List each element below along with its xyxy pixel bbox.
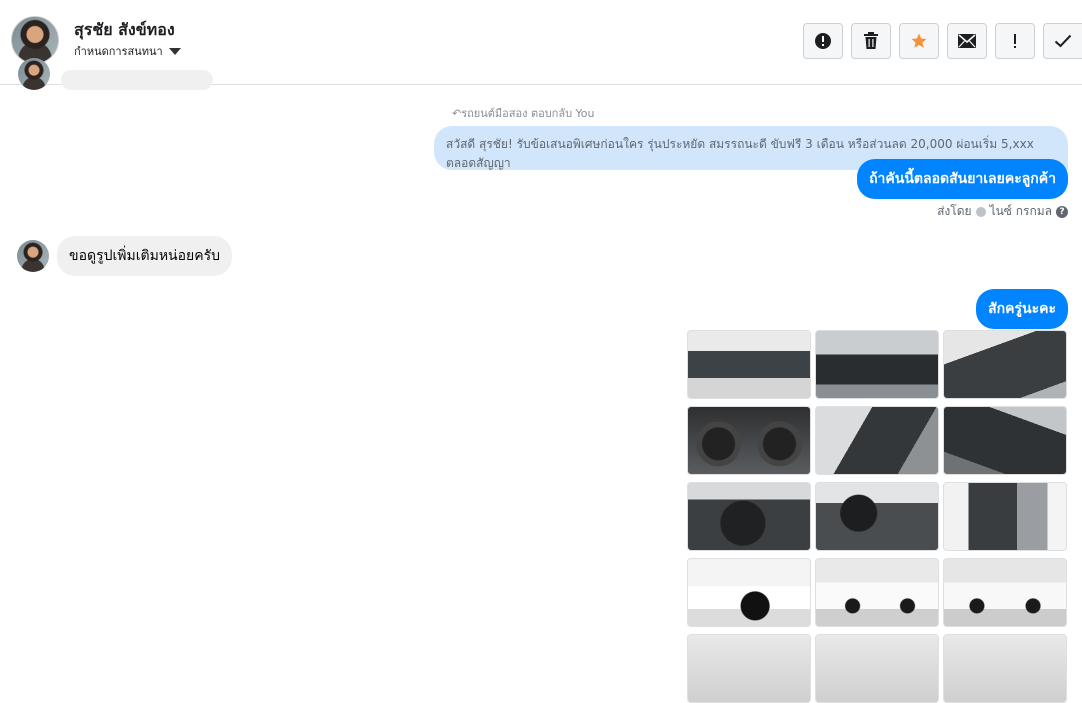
photo-exterior-partial-2[interactable]: [815, 634, 939, 703]
follow-up-button[interactable]: [995, 23, 1035, 59]
incoming-message-row: ขอดูรูปเพิ่มเติมหน่อยครับ: [17, 236, 233, 276]
contact-avatar-small[interactable]: [17, 240, 49, 272]
photo-gear-shifter[interactable]: [943, 406, 1067, 475]
outgoing-message-bubble[interactable]: สักครู่นะคะ: [976, 289, 1068, 329]
photo-side-view-2[interactable]: [943, 558, 1067, 627]
checkmark-icon: [1054, 34, 1072, 48]
photo-dashboard-interior[interactable]: [815, 330, 939, 399]
star-button[interactable]: [899, 23, 939, 59]
sent-by-label: ส่งโดย: [937, 204, 972, 218]
previous-message-bubble: [61, 70, 213, 90]
reply-meta: ↶รถยนต์มือสอง ตอบกลับ You: [452, 104, 595, 122]
exclamation-icon: [1014, 34, 1016, 48]
delete-button[interactable]: [851, 23, 891, 59]
trash-icon: [864, 32, 878, 49]
incoming-message-bubble[interactable]: ขอดูรูปเพิ่มเติมหน่อยครับ: [57, 236, 233, 276]
photo-front-seats[interactable]: [943, 330, 1067, 399]
photo-front-wheel[interactable]: [687, 558, 811, 627]
photo-driver-seat[interactable]: [815, 406, 939, 475]
spam-button[interactable]: [803, 23, 843, 59]
alert-circle-icon: [815, 33, 831, 49]
photo-steering-wheel[interactable]: [687, 482, 811, 551]
agent-badge-icon: [975, 206, 986, 217]
photo-side-view[interactable]: [815, 558, 939, 627]
mark-unread-button[interactable]: [947, 23, 987, 59]
reply-meta-text: รถยนต์มือสอง ตอบกลับ You: [461, 107, 595, 120]
sent-by-line: ส่งโดย ไนซ์ กรกมล ?: [937, 202, 1068, 221]
previous-message-row: [18, 58, 213, 90]
photo-steering-wheel-2[interactable]: [815, 482, 939, 551]
star-icon: [911, 33, 927, 48]
photo-exterior-partial-3[interactable]: [943, 634, 1067, 703]
done-button[interactable]: [1043, 23, 1082, 59]
reply-arrow-icon: ↶: [452, 107, 462, 120]
photo-gauge-cluster[interactable]: [687, 406, 811, 475]
outgoing-message-bubble[interactable]: ถ้าคันนี้ตลอดสันยาเลยคะลูกค้า: [857, 159, 1068, 199]
photo-grid: [687, 330, 1067, 703]
contact-avatar-small: [18, 58, 50, 90]
sent-by-name: ไนซ์ กรกมล: [989, 204, 1052, 218]
assign-label: กำหนดการสนทนา: [74, 45, 163, 58]
photo-exterior-partial[interactable]: [687, 634, 811, 703]
photo-engine-bay[interactable]: [687, 330, 811, 399]
caret-down-icon: [168, 47, 181, 55]
contact-avatar[interactable]: [11, 16, 59, 64]
envelope-icon: [958, 34, 976, 48]
assign-conversation-dropdown[interactable]: กำหนดการสนทนา: [74, 42, 181, 60]
help-icon[interactable]: ?: [1056, 205, 1068, 218]
photo-door-panel[interactable]: [943, 482, 1067, 551]
contact-name[interactable]: สุรชัย สังข์ทอง: [74, 18, 175, 43]
